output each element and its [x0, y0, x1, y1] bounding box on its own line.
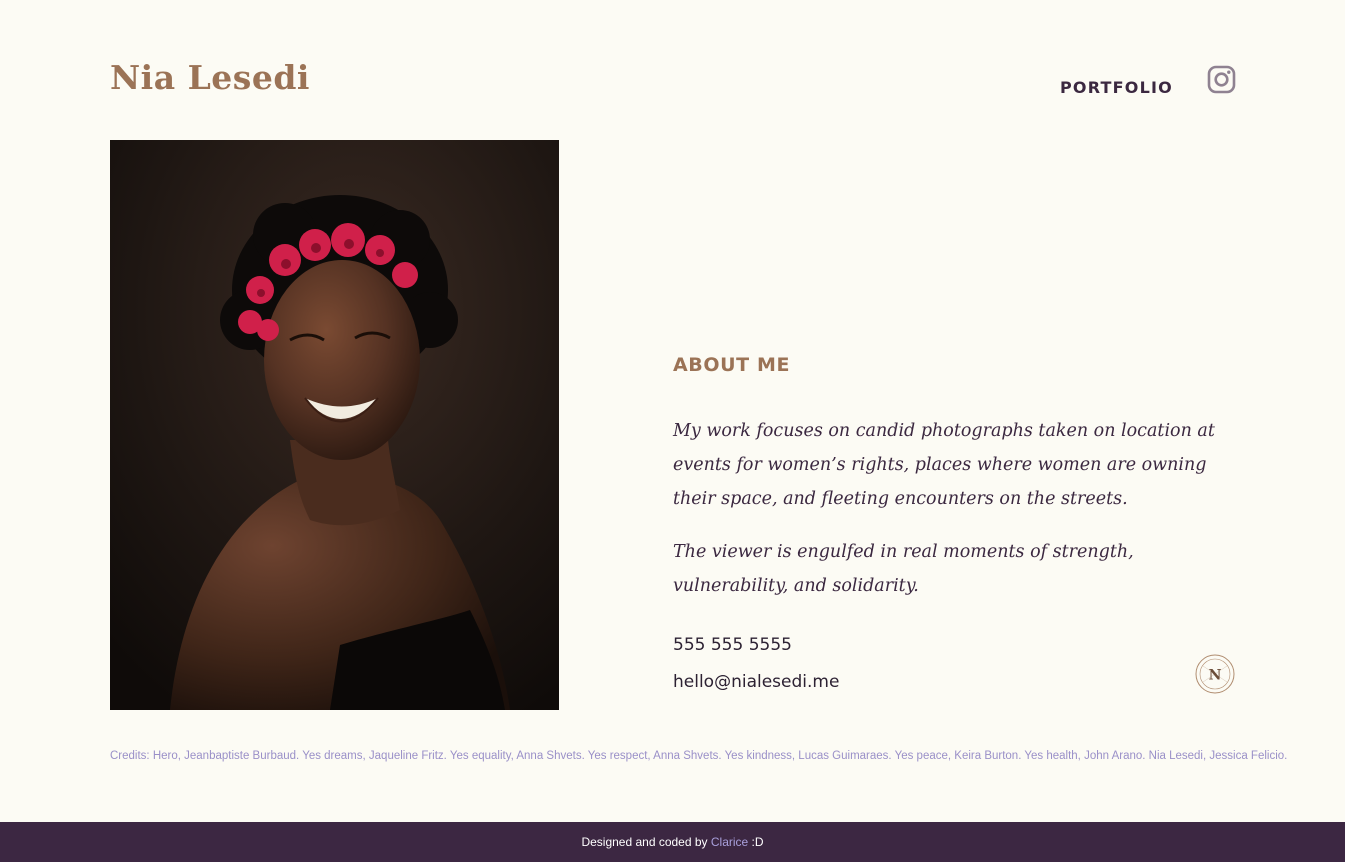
about-title: ABOUT ME — [673, 354, 791, 376]
footer-author-link[interactable]: Clarice — [711, 835, 748, 849]
page: Nia Lesedi PORTFOLIO ABOUT ME My work fo… — [0, 0, 1345, 862]
about-paragraph-1: My work focuses on candid photographs ta… — [673, 421, 1215, 509]
footer-prefix: Designed and coded by — [581, 835, 711, 849]
monogram-letter: N — [1209, 668, 1222, 684]
email-link[interactable]: hello@nialesedi.me — [673, 672, 839, 692]
hero-portrait-photo — [110, 140, 559, 710]
site-logo[interactable]: Nia Lesedi — [110, 58, 310, 97]
phone-number: 555 555 5555 — [673, 635, 792, 655]
footer-suffix: :D — [748, 835, 764, 849]
instagram-icon[interactable] — [1207, 65, 1236, 94]
about-paragraph-2: The viewer is engulfed in real moments o… — [673, 542, 1134, 596]
monogram-logo-icon: N — [1195, 654, 1235, 694]
photo-credits: Credits: Hero, Jeanbaptiste Burbaud. Yes… — [110, 750, 1288, 762]
footer: Designed and coded by Clarice :D — [0, 822, 1345, 862]
nav-portfolio-link[interactable]: PORTFOLIO — [1060, 78, 1173, 97]
